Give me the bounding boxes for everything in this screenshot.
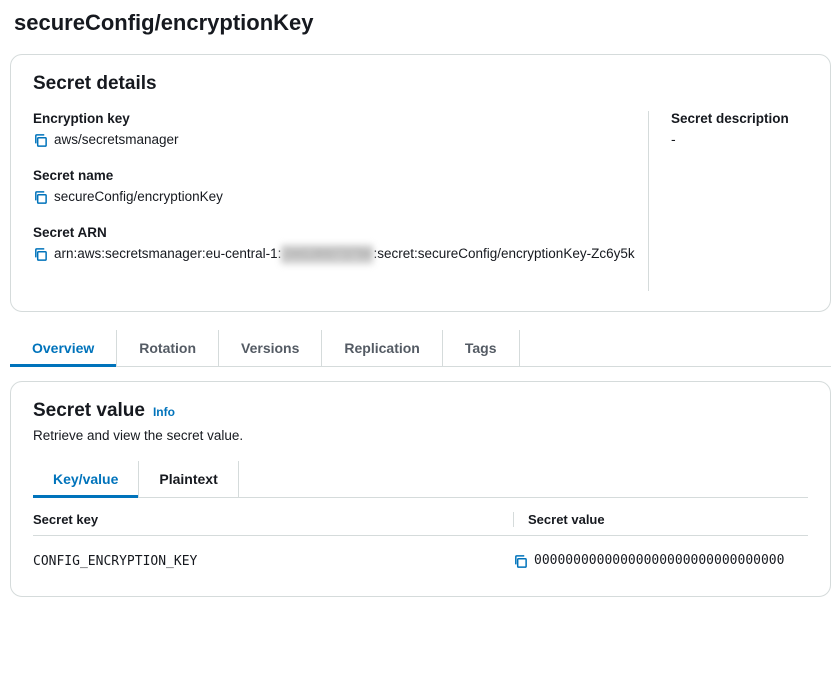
- secret-value-subtext: Retrieve and view the secret value.: [33, 428, 808, 443]
- value-secret-description: -: [671, 131, 808, 147]
- panel-title-secret-value: Secret value: [33, 400, 145, 422]
- tab-tags[interactable]: Tags: [443, 330, 520, 366]
- info-link[interactable]: Info: [153, 405, 175, 419]
- field-secret-arn: Secret ARN arn:aws:secretsmanager:eu-cen…: [33, 225, 648, 264]
- subtab-plaintext[interactable]: Plaintext: [139, 461, 238, 497]
- column-secret-value: Secret value: [513, 512, 808, 527]
- value-secret-arn: arn:aws:secretsmanager:eu-central-1:2441…: [54, 245, 635, 264]
- label-secret-name: Secret name: [33, 168, 648, 183]
- label-secret-description: Secret description: [671, 111, 808, 126]
- secret-value-subtabs: Key/value Plaintext: [33, 461, 808, 498]
- arn-redacted: 244190073794: [281, 245, 373, 264]
- tab-overview[interactable]: Overview: [10, 330, 117, 366]
- value-secret-name: secureConfig/encryptionKey: [54, 188, 223, 207]
- secret-details-panel: Secret details Encryption key aws/secret…: [10, 54, 831, 312]
- field-secret-name: Secret name secureConfig/encryptionKey: [33, 168, 648, 207]
- copy-icon[interactable]: [33, 190, 48, 205]
- main-tabs: Overview Rotation Versions Replication T…: [10, 330, 831, 367]
- value-encryption-key: aws/secretsmanager: [54, 131, 179, 150]
- subtab-keyvalue[interactable]: Key/value: [33, 461, 139, 497]
- secret-value-panel: Secret value Info Retrieve and view the …: [10, 381, 831, 597]
- arn-prefix: arn:aws:secretsmanager:eu-central-1:: [54, 246, 281, 261]
- page-title: secureConfig/encryptionKey: [10, 10, 831, 36]
- kv-value: 00000000000000000000000000000000: [534, 552, 784, 570]
- field-encryption-key: Encryption key aws/secretsmanager: [33, 111, 648, 150]
- kv-key: CONFIG_ENCRYPTION_KEY: [33, 554, 513, 569]
- copy-icon[interactable]: [33, 133, 48, 148]
- label-secret-arn: Secret ARN: [33, 225, 648, 240]
- tab-replication[interactable]: Replication: [322, 330, 442, 366]
- kv-header: Secret key Secret value: [33, 512, 808, 536]
- table-row: CONFIG_ENCRYPTION_KEY 000000000000000000…: [33, 546, 808, 576]
- column-secret-key: Secret key: [33, 512, 513, 527]
- field-secret-description: Secret description -: [671, 111, 808, 147]
- tab-rotation[interactable]: Rotation: [117, 330, 219, 366]
- tab-versions[interactable]: Versions: [219, 330, 322, 366]
- copy-icon[interactable]: [33, 247, 48, 262]
- label-encryption-key: Encryption key: [33, 111, 648, 126]
- arn-suffix: :secret:secureConfig/encryptionKey-Zc6y5…: [373, 246, 634, 261]
- panel-title-details: Secret details: [33, 73, 808, 95]
- copy-icon[interactable]: [513, 554, 528, 569]
